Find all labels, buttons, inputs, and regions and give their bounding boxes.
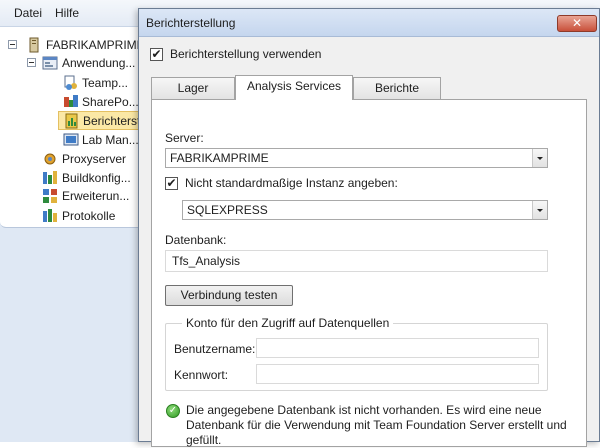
tree-item-extensions[interactable]: Erweiterun... <box>0 187 148 205</box>
instance-combobox[interactable]: SQLEXPRESS <box>182 200 548 220</box>
server-value: FABRIKAMPRIME <box>170 151 269 165</box>
checkmark-icon: ✓ <box>166 404 180 418</box>
info-message: Die angegebene Datenbank ist nicht vorha… <box>186 403 567 447</box>
team-project-icon <box>64 75 77 90</box>
tree-item-logs[interactable]: Protokolle <box>0 207 148 225</box>
tree-item-label: Protokolle <box>62 209 116 223</box>
tree-item-server[interactable]: FABRIKAMPRIME <box>0 36 148 54</box>
tree-item-label: Buildkonfig... <box>62 171 131 185</box>
collapse-icon[interactable] <box>8 40 17 49</box>
tab-analysis-services[interactable]: Analysis Services <box>235 75 353 100</box>
close-button[interactable]: ✕ <box>557 15 597 32</box>
tree-item-label: Erweiterun... <box>62 189 130 203</box>
navigation-tree: FABRIKAMPRIME Anwendung... Teamp... Shar… <box>0 27 149 228</box>
password-input[interactable] <box>256 364 539 384</box>
tab-reports[interactable]: Berichte <box>353 77 441 99</box>
analysis-services-panel: Server: FABRIKAMPRIME ✔ Nicht standardma… <box>151 99 587 447</box>
lab-management-icon <box>63 133 79 146</box>
server-icon <box>29 37 39 53</box>
use-reporting-label: Berichterstellung verwenden <box>170 47 322 61</box>
build-icon <box>43 171 57 184</box>
tab-warehouse[interactable]: Lager <box>151 77 235 99</box>
reporting-icon <box>65 113 78 129</box>
tree-item-application-tier[interactable]: Anwendung... <box>0 54 148 72</box>
close-icon: ✕ <box>571 16 583 30</box>
account-group-title: Konto für den Zugriff auf Datenquellen <box>182 316 394 330</box>
instance-value: SQLEXPRESS <box>187 203 268 217</box>
use-reporting-checkbox[interactable]: ✔ <box>150 48 163 61</box>
tree-item-reporting[interactable]: Berichterst <box>58 111 148 130</box>
tree-item-label: Anwendung... <box>62 56 136 70</box>
application-tier-icon <box>42 56 58 70</box>
chevron-down-icon[interactable] <box>532 149 547 167</box>
nondefault-instance-label: Nicht standardmaßige Instanz angeben: <box>185 176 398 190</box>
extensions-icon <box>43 189 57 203</box>
tree-item-team-projects[interactable]: Teamp... <box>0 74 148 92</box>
tree-item-build[interactable]: Buildkonfig... <box>0 169 148 187</box>
menu-file[interactable]: Datei <box>14 6 42 20</box>
tree-item-sharepoint[interactable]: SharePo... <box>0 93 148 111</box>
server-combobox[interactable]: FABRIKAMPRIME <box>165 148 548 168</box>
collapse-icon[interactable] <box>27 58 36 67</box>
tree-item-label: Berichterst <box>83 114 141 128</box>
username-input[interactable] <box>256 338 539 358</box>
chevron-down-icon[interactable] <box>532 201 547 219</box>
tree-item-label: SharePo... <box>82 95 139 109</box>
menu-help[interactable]: Hilfe <box>55 6 79 20</box>
logs-icon <box>43 209 57 222</box>
test-connection-button[interactable]: Verbindung testen <box>165 285 293 306</box>
server-label: Server: <box>165 131 204 145</box>
reporting-dialog: Berichterstellung ✕ ✔ Berichterstellung … <box>138 8 600 447</box>
account-groupbox: Konto für den Zugriff auf Datenquellen B… <box>165 316 548 391</box>
tree-item-label: Teamp... <box>82 76 129 90</box>
sharepoint-icon <box>64 95 78 107</box>
database-input[interactable]: Tfs_Analysis <box>165 250 548 272</box>
database-label: Datenbank: <box>165 233 227 247</box>
proxy-icon <box>44 153 56 165</box>
password-label: Kennwort: <box>174 368 229 382</box>
nondefault-instance-checkbox[interactable]: ✔ <box>165 177 178 190</box>
tree-item-proxy[interactable]: Proxyserver <box>0 150 148 168</box>
dialog-titlebar[interactable]: Berichterstellung ✕ <box>139 9 599 37</box>
tree-item-lab-management[interactable]: Lab Man... <box>0 131 148 149</box>
tree-item-label: Lab Man... <box>82 133 139 147</box>
tree-item-label: FABRIKAMPRIME <box>46 38 145 52</box>
dialog-title: Berichterstellung <box>146 16 236 30</box>
tree-item-label: Proxyserver <box>62 152 127 166</box>
username-label: Benutzername: <box>174 342 256 356</box>
tab-control: Lager Analysis Services Berichte Server:… <box>151 75 587 447</box>
